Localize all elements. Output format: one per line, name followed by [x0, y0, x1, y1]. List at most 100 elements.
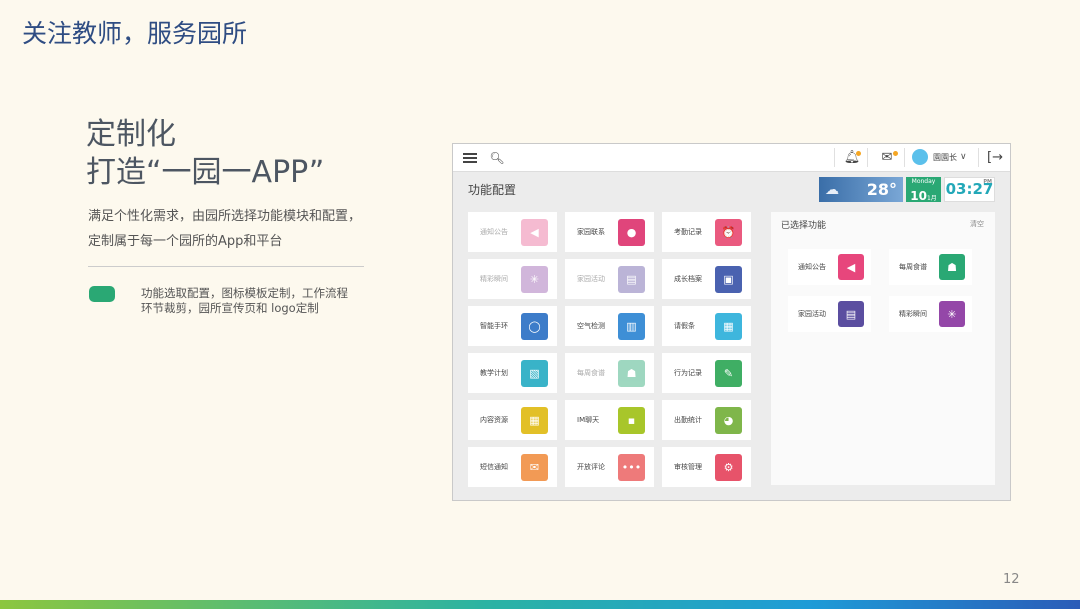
ring-icon: ◯ [521, 313, 548, 340]
slide-title: 关注教师，服务园所 [22, 19, 248, 48]
function-tile[interactable]: 短信通知 ✉ [468, 447, 557, 487]
function-tile[interactable]: 空气检测 ▥ [565, 306, 654, 346]
presentation-icon: ▧ [521, 360, 548, 387]
function-tile[interactable]: 精彩瞬间 ✳ [468, 259, 557, 299]
selected-title: 已选择功能 [781, 221, 827, 231]
envelope-icon: ✉ [521, 454, 548, 481]
grid-icon: ▦ [521, 407, 548, 434]
sun-icon: ✳ [939, 301, 965, 327]
function-tile[interactable]: 每周食谱 ☗ [565, 353, 654, 393]
selected-function-label: 精彩瞬间 [899, 310, 927, 318]
selected-function-tile[interactable]: 家园活动 ▤ [788, 296, 871, 332]
function-tile-label: IM聊天 [577, 416, 600, 424]
function-tile-label: 考勤记录 [674, 228, 702, 236]
megaphone-icon: ◀ [521, 219, 548, 246]
avatar[interactable] [912, 149, 928, 165]
pie-chart-icon: ◕ [715, 407, 742, 434]
function-tile[interactable]: 教学计划 ▧ [468, 353, 557, 393]
function-tile[interactable]: 请假条 ▦ [662, 306, 751, 346]
message-icon: ▪ [618, 407, 645, 434]
search-icon[interactable]: 🔍︎ [489, 144, 505, 171]
function-tile[interactable]: 通知公告 ◀ [468, 212, 557, 252]
alarm-clock-icon: ⏰ [715, 219, 742, 246]
chef-hat-icon: ☗ [939, 254, 965, 280]
weather-widget: ☁ 28° [819, 177, 903, 202]
temperature: 28° [866, 180, 897, 199]
selected-function-label: 每周食谱 [899, 263, 927, 271]
panel-title: 功能配置 [468, 183, 517, 197]
function-tile[interactable]: 智能手环 ◯ [468, 306, 557, 346]
function-tile[interactable]: 行为记录 ✎ [662, 353, 751, 393]
mail-icon[interactable]: ✉ [877, 144, 897, 171]
sun-icon: ✳ [521, 266, 548, 293]
separator [978, 148, 979, 167]
bell-icon[interactable]: 🔔︎ [843, 144, 861, 171]
bar-chart-icon: ▥ [618, 313, 645, 340]
heading: 定制化 打造“一园一APP” [86, 116, 324, 192]
function-tile-label: 请假条 [674, 322, 695, 330]
selected-function-tile[interactable]: 精彩瞬间 ✳ [889, 296, 972, 332]
function-tile[interactable]: 家园联系 ● [565, 212, 654, 252]
function-tile-label: 家园联系 [577, 228, 605, 236]
function-tile[interactable]: 成长档案 ▣ [662, 259, 751, 299]
app-screenshot: 🔍︎ 🔔︎ ✉ 園園长 ∨ [→ 功能配置 ☁ 28° Monday 101月 … [452, 143, 1011, 501]
chevron-down-icon[interactable]: ∨ [960, 144, 967, 171]
function-tile-label: 家园活动 [577, 275, 605, 283]
dots-icon: ••• [618, 454, 645, 481]
heading-line-2: 打造“一园一APP” [86, 155, 325, 190]
feature-text: 功能选取配置，图标模板定制，工作流程 环节裁剪，园所宣传页和 logo定制 [141, 286, 381, 316]
clock-widget: 03:27 PM [944, 177, 995, 202]
document-icon: ▤ [838, 301, 864, 327]
selected-function-tile[interactable]: 通知公告 ◀ [788, 249, 871, 285]
function-tile-label: 通知公告 [480, 228, 508, 236]
function-tile-label: 教学计划 [480, 369, 508, 377]
separator [867, 148, 868, 167]
function-tile-label: 出勤统计 [674, 416, 702, 424]
heading-line-1: 定制化 [86, 117, 176, 152]
date-month: Monday [911, 178, 936, 185]
separator [904, 148, 905, 167]
pencil-icon: ✎ [715, 360, 742, 387]
divider [88, 266, 364, 267]
selected-function-label: 通知公告 [798, 263, 826, 271]
function-tile[interactable]: IM聊天 ▪ [565, 400, 654, 440]
selected-function-tile[interactable]: 每周食谱 ☗ [889, 249, 972, 285]
notification-dot [856, 151, 861, 156]
bottom-gradient-bar [0, 600, 1080, 609]
user-name[interactable]: 園園长 [933, 144, 957, 171]
notification-dot [893, 151, 898, 156]
selected-functions-panel: 已选择功能 清空 通知公告 ◀ 每周食谱 ☗ 家园活动 ▤ 精彩瞬间 ✳ [771, 212, 995, 485]
function-tile-label: 每周食谱 [577, 369, 605, 377]
megaphone-icon: ◀ [838, 254, 864, 280]
function-tile[interactable]: 家园活动 ▤ [565, 259, 654, 299]
calendar-icon: ▦ [715, 313, 742, 340]
clear-button[interactable]: 清空 [970, 219, 984, 229]
feature-badge [89, 286, 115, 302]
page-number: 12 [1003, 572, 1020, 587]
description-line-1: 满足个性化需求，由园所选择功能模块和配置， [88, 209, 362, 224]
function-tile-label: 内容资源 [480, 416, 508, 424]
chef-hat-icon: ☗ [618, 360, 645, 387]
separator [834, 148, 835, 167]
function-tile-label: 开放评论 [577, 463, 605, 471]
function-tile[interactable]: 出勤统计 ◕ [662, 400, 751, 440]
chart-line-icon: ▣ [715, 266, 742, 293]
function-tile[interactable]: 考勤记录 ⏰ [662, 212, 751, 252]
menu-icon[interactable] [461, 144, 479, 171]
description: 满足个性化需求，由园所选择功能模块和配置， 定制属于每一个园所的App和平台 [88, 204, 361, 254]
function-tile[interactable]: 审核管理 ⚙ [662, 447, 751, 487]
function-tile-label: 精彩瞬间 [480, 275, 508, 283]
date-widget: Monday 101月 [906, 177, 941, 203]
function-tile[interactable]: 开放评论 ••• [565, 447, 654, 487]
cloud-icon: ☁ [825, 181, 839, 198]
logout-icon[interactable]: [→ [986, 144, 1004, 171]
date-unit: 1月 [926, 195, 937, 202]
function-tile-label: 审核管理 [674, 463, 702, 471]
gear-icon: ⚙ [715, 454, 742, 481]
function-tile[interactable]: 内容资源 ▦ [468, 400, 557, 440]
function-tile-label: 短信通知 [480, 463, 508, 471]
function-tile-label: 智能手环 [480, 322, 508, 330]
feature-text-line-1: 功能选取配置，图标模板定制，工作流程 [141, 286, 348, 300]
chat-icon: ● [618, 219, 645, 246]
feature-text-line-2: 环节裁剪，园所宣传页和 logo定制 [141, 301, 319, 315]
